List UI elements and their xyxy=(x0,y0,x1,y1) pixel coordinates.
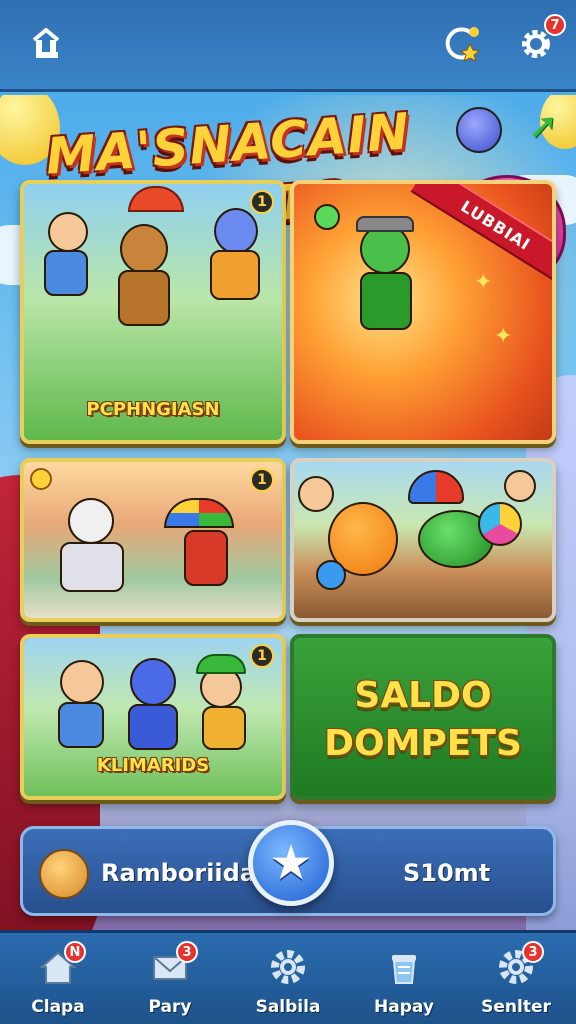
nav-badge: N xyxy=(64,941,86,963)
blue-face-icon xyxy=(456,107,502,153)
bottom-nav: N Clapa 3 Pary Salbila Hapay 3 Senlter xyxy=(0,930,576,1024)
nav-label: Pary xyxy=(148,997,192,1017)
reward-amount: S10mt xyxy=(403,859,491,887)
game-card-klimarids[interactable]: 1 KLIMARIDS xyxy=(20,634,286,800)
green-hero-body xyxy=(360,272,412,330)
reward-name: Ramboriida xyxy=(101,859,257,887)
settings-badge: 7 xyxy=(544,14,566,36)
sparkle-icon: ✦ xyxy=(474,270,493,295)
nav-item-home[interactable]: N Clapa xyxy=(8,939,108,1023)
boy-body xyxy=(58,702,104,748)
nav-badge: 3 xyxy=(176,941,198,963)
wallet-line-2: DOMPETS xyxy=(324,723,522,764)
card-number-badge: 1 xyxy=(250,468,274,492)
card-label: KLIMARIDS xyxy=(96,755,210,776)
cap-icon xyxy=(356,216,414,232)
daily-reward-button[interactable] xyxy=(440,22,484,66)
ball-icon xyxy=(314,204,340,230)
settings-button[interactable]: 7 xyxy=(514,14,566,66)
nav-badge: 3 xyxy=(522,941,544,963)
nav-label: Salbila xyxy=(255,997,321,1017)
game-card-party[interactable] xyxy=(290,458,556,622)
elf-hat-icon xyxy=(196,654,246,674)
boy-body xyxy=(44,250,88,296)
dog-body xyxy=(118,270,170,326)
sparkle-icon: ✦ xyxy=(494,324,513,349)
coin-icon xyxy=(30,468,52,490)
cat-body xyxy=(210,250,260,300)
wallet-label: SALDO DOMPETS xyxy=(294,672,552,768)
nav-label: Senlter xyxy=(481,997,551,1017)
robot-character xyxy=(68,498,114,544)
star-icon: ★ xyxy=(269,835,313,891)
game-card-featured[interactable]: ✦ ✦ LUBBIAI xyxy=(290,180,556,444)
robot-body xyxy=(60,542,124,592)
boy-character xyxy=(60,660,104,704)
dog-character xyxy=(120,224,168,274)
ball-icon xyxy=(478,502,522,546)
nav-item-bin[interactable]: Hapay xyxy=(354,939,454,1023)
arrow-up-icon: ➚ xyxy=(528,106,559,147)
wallet-line-1: SALDO xyxy=(354,675,492,716)
card-number-badge: 1 xyxy=(250,644,274,668)
nav-label: Hapay xyxy=(374,997,434,1017)
exit-button[interactable] xyxy=(24,22,68,66)
refresh-star-icon xyxy=(445,27,481,62)
game-card-pcphngiasn[interactable]: 1 PCPHNGIASN xyxy=(20,180,286,444)
nav-item-settings[interactable]: Salbila xyxy=(238,939,338,1023)
bin-icon xyxy=(384,947,424,987)
cat-body xyxy=(128,704,178,750)
boy-character xyxy=(48,212,88,252)
boy-character xyxy=(298,476,334,512)
nav-item-senlter[interactable]: 3 Senlter xyxy=(466,939,566,1023)
nav-item-mail[interactable]: 3 Pary xyxy=(120,939,220,1023)
wallet-balance-button[interactable]: SALDO DOMPETS xyxy=(290,634,556,800)
cat-character xyxy=(214,208,258,254)
nav-label: Clapa xyxy=(31,997,85,1017)
game-card-robot[interactable]: 1 xyxy=(20,458,286,622)
top-bar: 7 xyxy=(0,0,576,92)
cat-coin-icon xyxy=(39,849,89,899)
elf-body xyxy=(202,706,246,750)
coin-icon xyxy=(316,560,346,590)
kid-body xyxy=(184,530,228,586)
exit-icon xyxy=(32,28,60,58)
card-label: PCPHNGIASN xyxy=(86,399,220,420)
gear-icon xyxy=(268,947,308,987)
play-star-button[interactable]: ★ xyxy=(248,820,334,906)
card-number-badge: 1 xyxy=(250,190,274,214)
girl-character xyxy=(504,470,536,502)
cat-character xyxy=(130,658,176,706)
